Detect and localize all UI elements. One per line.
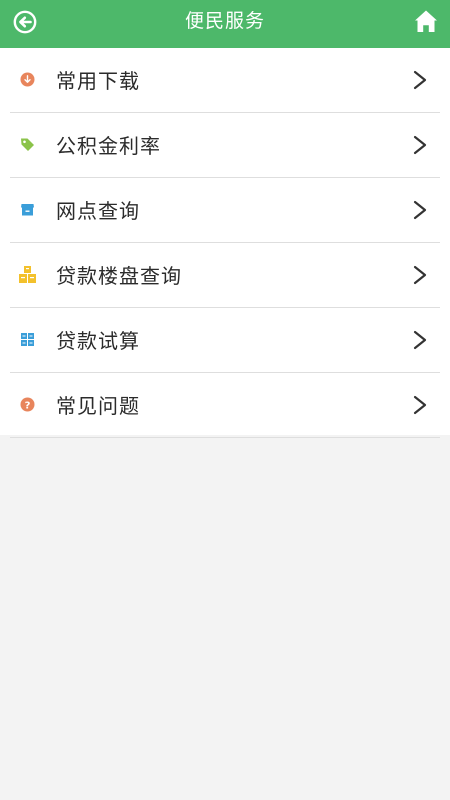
chevron-right-icon	[413, 200, 427, 220]
menu-item-label: 公积金利率	[56, 134, 161, 158]
menu-item-faq[interactable]: ? 常见问题	[10, 373, 440, 438]
buildings-icon	[18, 265, 37, 284]
chevron-right-icon	[413, 395, 427, 415]
menu-item-branch-lookup[interactable]: 网点查询	[10, 178, 440, 243]
menu-item-downloads[interactable]: 常用下载	[10, 48, 440, 113]
calculator-grid-icon	[20, 332, 35, 347]
store-icon	[20, 202, 35, 217]
chevron-right-icon	[413, 265, 427, 285]
svg-text:?: ?	[25, 400, 31, 411]
menu-item-label: 常见问题	[56, 394, 140, 418]
home-button[interactable]	[412, 7, 440, 35]
menu-item-label: 贷款楼盘查询	[56, 264, 182, 288]
service-menu-list: 常用下载 公积金利率 网点查询 贷款楼盘查询 贷款试算 ? 常见问题	[0, 48, 450, 438]
page-title: 便民服务	[184, 10, 265, 32]
app-header: 便民服务	[0, 0, 450, 48]
menu-item-loan-properties[interactable]: 贷款楼盘查询	[10, 243, 440, 308]
menu-item-label: 贷款试算	[56, 329, 140, 353]
home-icon	[415, 10, 437, 32]
download-icon	[20, 72, 35, 87]
chevron-right-icon	[413, 330, 427, 350]
menu-item-loan-calculator[interactable]: 贷款试算	[10, 308, 440, 373]
chevron-right-icon	[413, 70, 427, 90]
menu-item-interest-rates[interactable]: 公积金利率	[10, 113, 440, 178]
menu-item-label: 常用下载	[56, 69, 140, 93]
question-icon: ?	[20, 397, 35, 412]
chevron-right-icon	[413, 135, 427, 155]
tag-icon	[20, 137, 35, 152]
menu-item-label: 网点查询	[56, 199, 140, 223]
